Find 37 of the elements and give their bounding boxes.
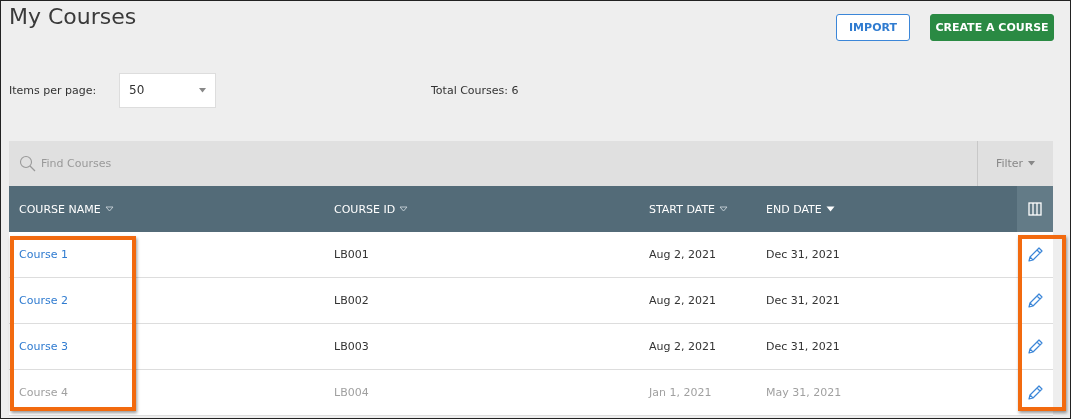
course-link[interactable]: Course 3 — [19, 340, 68, 353]
start-date: Jan 1, 2021 — [649, 386, 712, 399]
sort-caret-icon — [104, 206, 114, 212]
course-id: LB003 — [334, 340, 369, 353]
column-header[interactable]: START DATE — [649, 202, 716, 216]
column-header[interactable]: END DATE — [766, 202, 822, 216]
items-per-page-label: Items per page: — [9, 83, 98, 97]
columns-icon[interactable] — [1028, 202, 1042, 216]
create-course-button[interactable]: CREATE A COURSE — [930, 14, 1054, 41]
pencil-icon[interactable] — [1026, 245, 1044, 264]
end-date: Dec 31, 2021 — [766, 340, 840, 353]
dropdown-caret-icon — [199, 87, 206, 93]
end-date: Dec 31, 2021 — [766, 294, 840, 307]
search-icon — [19, 155, 36, 172]
course-link[interactable]: Course 1 — [19, 248, 68, 261]
end-date: Dec 31, 2021 — [766, 248, 840, 261]
import-button[interactable]: IMPORT — [836, 14, 910, 41]
page-title: My Courses — [9, 3, 137, 31]
end-date: May 31, 2021 — [766, 386, 842, 399]
caret-icon — [1028, 161, 1036, 166]
sort-caret-icon — [719, 206, 729, 212]
course-id: LB004 — [334, 386, 369, 399]
course-link[interactable]: Course 2 — [19, 294, 68, 307]
pencil-icon[interactable] — [1026, 291, 1044, 310]
start-date: Aug 2, 2021 — [649, 340, 716, 353]
items-per-page-select[interactable]: 50 — [119, 72, 216, 108]
sort-caret-icon — [825, 206, 835, 212]
course-id: LB001 — [334, 248, 369, 261]
column-header[interactable]: COURSE ID — [334, 202, 396, 216]
start-date: Aug 2, 2021 — [649, 248, 716, 261]
column-header[interactable]: COURSE NAME — [19, 202, 101, 216]
course-name: Course 4 — [19, 386, 68, 399]
total-courses: Total Courses: 6 — [431, 83, 519, 97]
course-id: LB002 — [334, 294, 369, 307]
pencil-icon[interactable] — [1026, 337, 1044, 356]
sort-caret-icon — [399, 206, 409, 212]
start-date: Aug 2, 2021 — [649, 294, 716, 307]
